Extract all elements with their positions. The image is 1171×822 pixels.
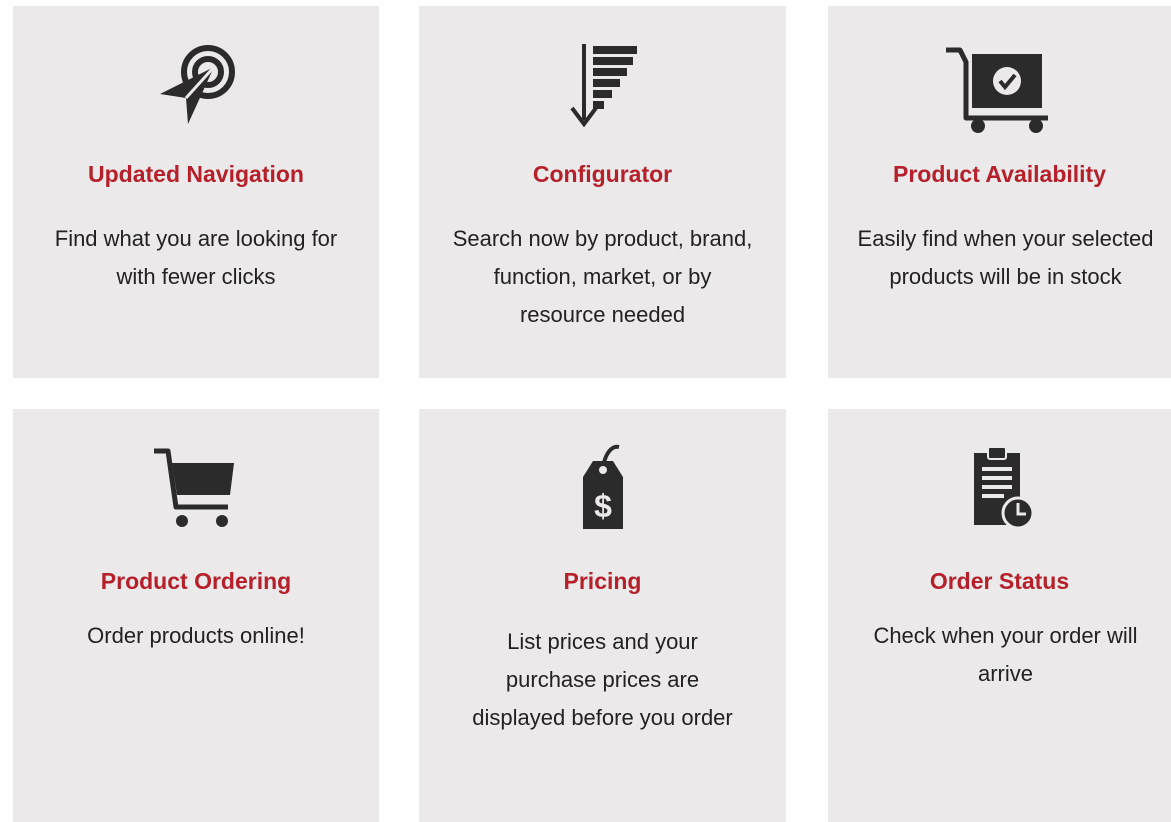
- feature-description: Find what you are looking for with fewer…: [54, 226, 338, 289]
- feature-description: Search now by product, brand, function, …: [452, 226, 753, 327]
- pointer-target-icon: [13, 36, 379, 136]
- feature-title: Product Availability: [892, 161, 1106, 187]
- feature-card-updated-navigation: Updated Navigation Find what you are loo…: [13, 6, 379, 378]
- feature-description: Easily find when your selected products …: [857, 226, 1154, 289]
- feature-description: Order products online!: [87, 623, 305, 648]
- feature-title: Updated Navigation: [88, 161, 304, 187]
- feature-description: Check when your order will arrive: [873, 623, 1138, 686]
- feature-card-product-ordering: Product Ordering Order products online!: [13, 409, 379, 822]
- feature-card-configurator: Configurator Search now by product, bran…: [419, 6, 786, 378]
- feature-title: Order Status: [929, 568, 1070, 594]
- clipboard-clock-icon: [828, 437, 1171, 537]
- feature-title: Configurator: [532, 161, 673, 187]
- price-tag-icon: $: [419, 437, 786, 537]
- feature-card-pricing: $ Pricing List prices and your purchase …: [419, 409, 786, 822]
- feature-card-product-availability: Product Availability Easily find when yo…: [828, 6, 1171, 378]
- feature-title: Pricing: [563, 568, 642, 594]
- feature-description: List prices and your purchase prices are…: [472, 629, 733, 730]
- shopping-cart-icon: [13, 437, 379, 537]
- cart-check-icon: [828, 36, 1171, 136]
- filter-sort-icon: [419, 36, 786, 136]
- svg-text:$: $: [594, 488, 612, 524]
- feature-card-order-status: Order Status Check when your order will …: [828, 409, 1171, 822]
- feature-title: Product Ordering: [100, 568, 292, 594]
